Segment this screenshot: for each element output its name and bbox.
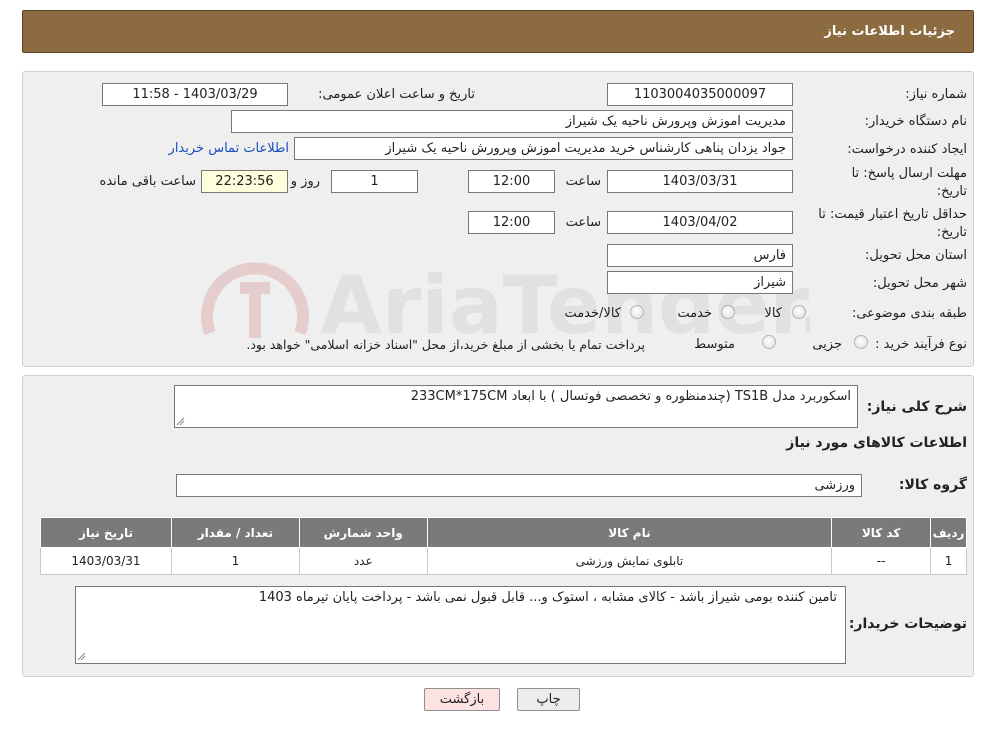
goods-group-label: گروه کالا: — [898, 477, 967, 493]
col-goods-name: نام کالا — [426, 517, 833, 548]
price-validity-label-2: تاریخ: — [936, 225, 967, 240]
reply-deadline-label-2: تاریخ: — [936, 184, 967, 199]
process-radio-medium[interactable] — [762, 335, 776, 349]
table-row: 1 -- تابلوی نمایش ورزشی عدد 1 1403/03/31 — [40, 547, 967, 575]
category-radio-service[interactable] — [721, 305, 735, 319]
page-title-bar: جزئیات اطلاعات نیاز — [22, 10, 974, 53]
items-table: ردیف کد کالا نام کالا واحد شمارش تعداد /… — [40, 517, 967, 575]
validity-time-label: ساعت — [565, 215, 601, 230]
days-field: 1 — [331, 170, 418, 193]
print-button[interactable]: چاپ — [517, 688, 580, 711]
col-quantity: تعداد / مقدار — [170, 517, 300, 548]
buyer-notes-label: توضیحات خریدار: — [848, 616, 967, 632]
process-type-label: نوع فرآیند خرید : — [875, 337, 967, 352]
reply-time-field: 12:00 — [468, 170, 555, 193]
process-option-minor: جزیی — [812, 337, 842, 352]
remaining-time-field: 22:23:56 — [201, 170, 288, 193]
cell-unit: عدد — [298, 547, 428, 575]
requester-field: جواد یزدان پناهی کارشناس خرید مدیریت امو… — [294, 137, 793, 160]
col-need-date: تاریخ نیاز — [40, 517, 172, 548]
resize-grip-icon[interactable] — [77, 652, 86, 661]
category-radio-goods-service[interactable] — [630, 305, 644, 319]
category-option-service: خدمت — [677, 306, 712, 321]
announce-datetime-field: 1403/03/29 - 11:58 — [102, 83, 288, 106]
validity-time-field: 12:00 — [468, 211, 555, 234]
reply-date-field: 1403/03/31 — [607, 170, 793, 193]
category-label: طبقه بندی موضوعی: — [851, 306, 967, 321]
cell-row-number: 1 — [930, 547, 967, 575]
process-radio-minor[interactable] — [854, 335, 868, 349]
need-number-label: شماره نیاز: — [905, 87, 967, 102]
cell-quantity: 1 — [170, 547, 300, 575]
price-validity-label: حداقل تاریخ اعتبار قیمت: تا — [818, 207, 967, 222]
items-heading: اطلاعات کالاهای مورد نیاز — [786, 435, 967, 451]
page-title: جزئیات اطلاعات نیاز — [824, 24, 955, 39]
category-option-goods-service: کالا/خدمت — [564, 306, 621, 321]
city-label: شهر محل تحویل: — [872, 276, 967, 291]
buyer-contact-link[interactable]: اطلاعات تماس خریدار — [169, 141, 289, 156]
summary-textarea[interactable]: اسکوربرد مدل TS1B (چندمنظوره و تخصصی فوت… — [174, 385, 858, 428]
category-option-goods: کالا — [764, 306, 782, 321]
reply-deadline-label: مهلت ارسال پاسخ: تا — [851, 166, 967, 181]
summary-label: شرح کلی نیاز: — [866, 399, 967, 415]
col-goods-code: کد کالا — [831, 517, 932, 548]
process-option-medium: متوسط — [694, 337, 735, 352]
category-radio-goods[interactable] — [792, 305, 806, 319]
province-label: استان محل تحویل: — [865, 248, 967, 263]
remaining-time-label: ساعت باقی مانده — [99, 174, 196, 189]
col-unit: واحد شمارش — [298, 517, 428, 548]
cell-goods-name: تابلوی نمایش ورزشی — [426, 547, 833, 575]
cell-goods-code: -- — [831, 547, 932, 575]
goods-group-field: ورزشی — [176, 474, 862, 497]
reply-time-label: ساعت — [565, 174, 601, 189]
need-number-field: 1103004035000097 — [607, 83, 793, 106]
requester-label: ایجاد کننده درخواست: — [847, 142, 967, 157]
announce-datetime-label: تاریخ و ساعت اعلان عمومی: — [318, 87, 475, 102]
city-field: شیراز — [607, 271, 793, 294]
resize-grip-icon[interactable] — [176, 417, 185, 426]
process-payment-note: پرداخت تمام یا بخشی از مبلغ خرید،از محل … — [246, 337, 645, 352]
days-label: روز و — [290, 174, 320, 189]
buyer-notes-textarea[interactable]: تامین کننده بومی شیراز باشد - کالای مشاب… — [75, 586, 846, 664]
back-button[interactable]: بازگشت — [424, 688, 500, 711]
col-row-number: ردیف — [930, 517, 967, 548]
validity-date-field: 1403/04/02 — [607, 211, 793, 234]
buyer-org-field: مدیریت اموزش وپرورش ناحیه یک شیراز — [231, 110, 793, 133]
cell-need-date: 1403/03/31 — [40, 547, 172, 575]
items-table-header: ردیف کد کالا نام کالا واحد شمارش تعداد /… — [40, 517, 967, 548]
province-field: فارس — [607, 244, 793, 267]
buyer-org-label: نام دستگاه خریدار: — [864, 114, 967, 129]
